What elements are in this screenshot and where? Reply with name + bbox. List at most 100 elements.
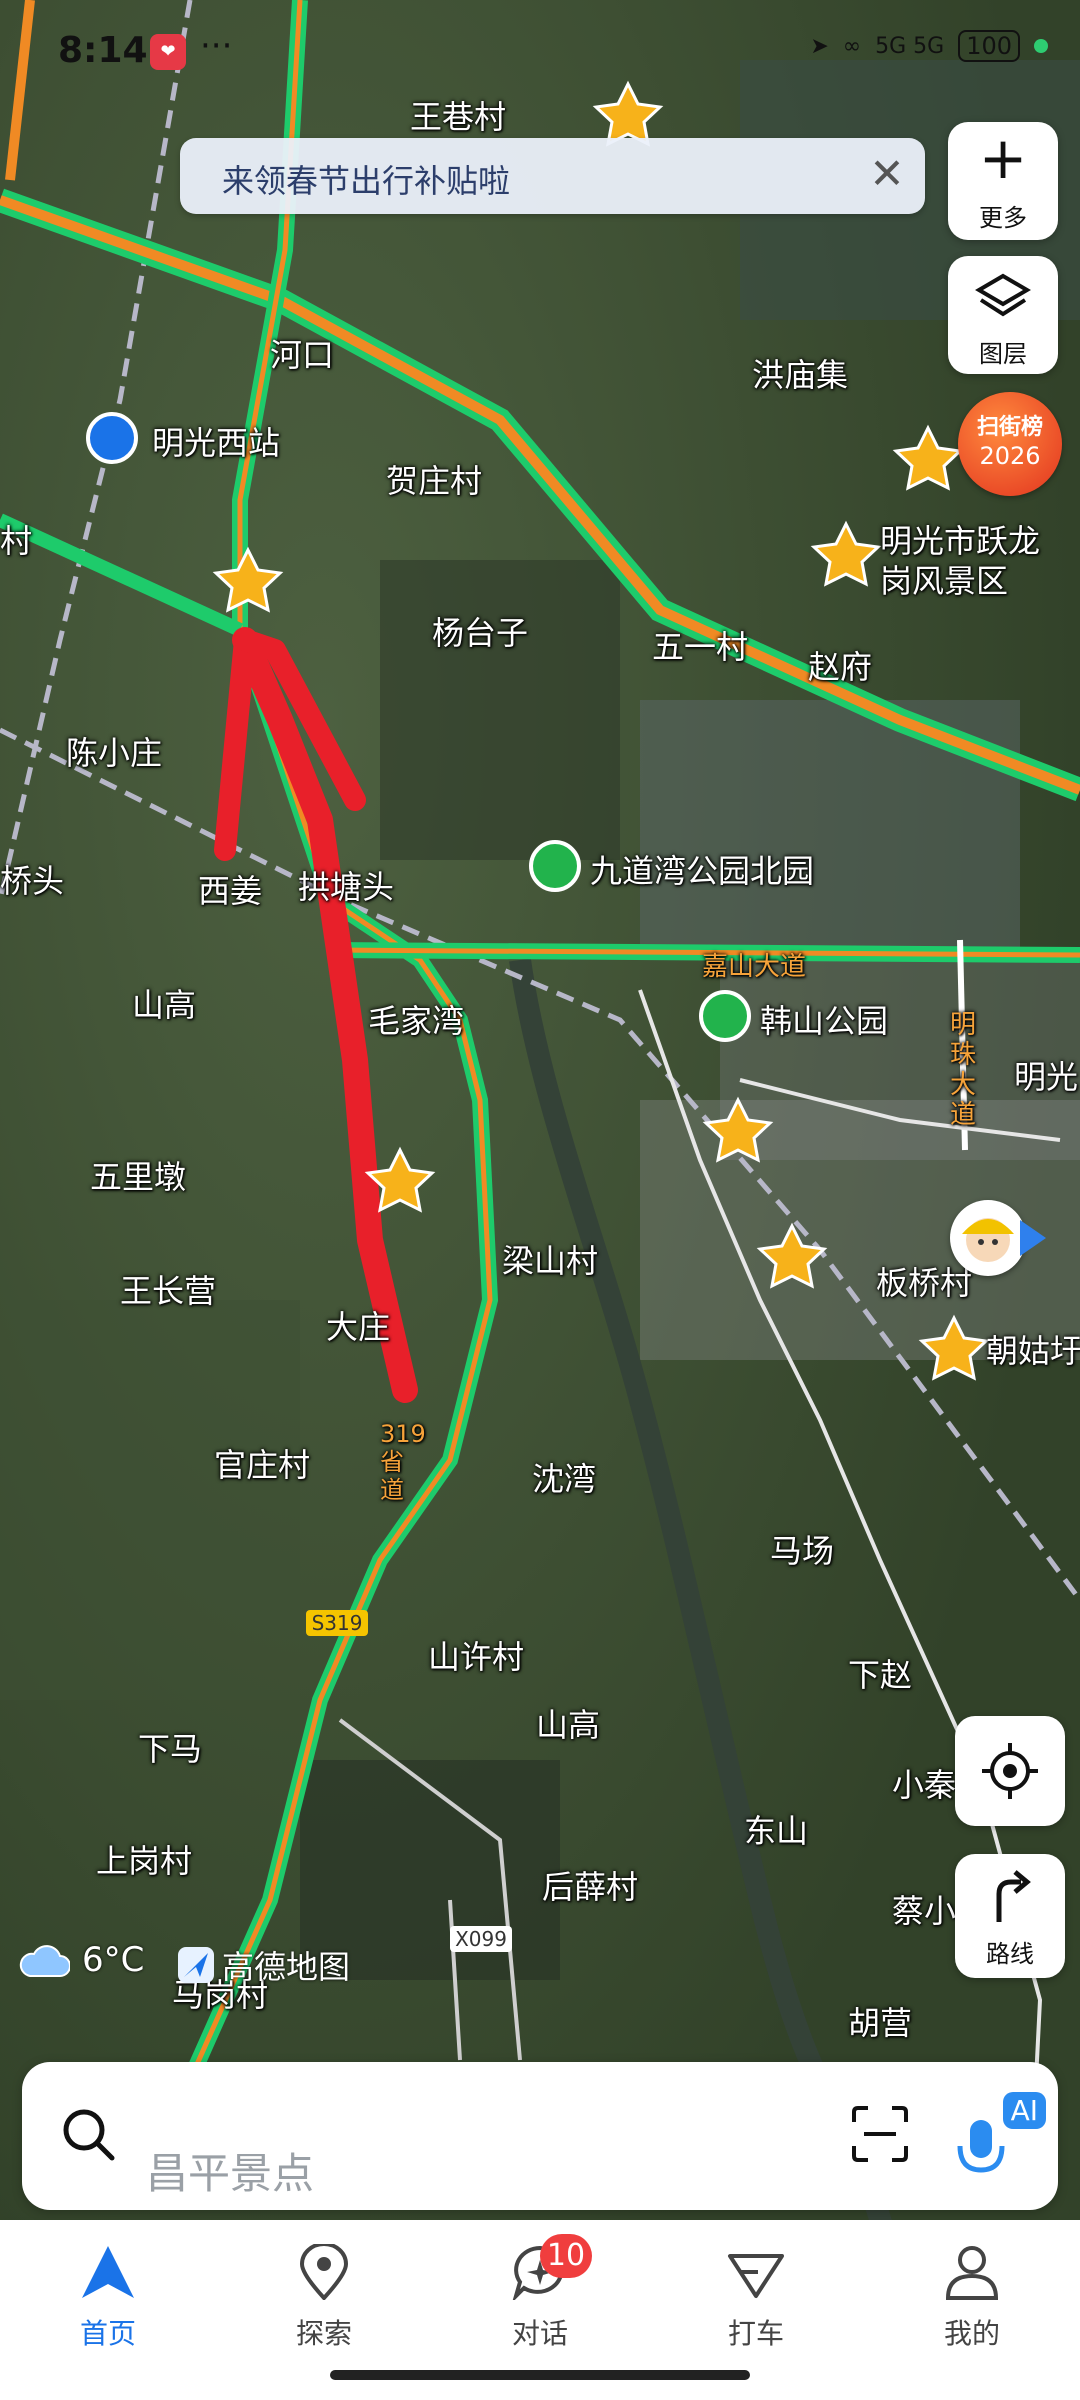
locate-button[interactable] <box>955 1716 1065 1826</box>
weather-temp: 6°C <box>82 1940 145 1980</box>
layers-icon <box>975 273 1031 317</box>
map-label-machang: 马场 <box>770 1532 835 1570</box>
status-bar: 8:14 ❤ ··· ➤ ∞ 5G 5G 100 <box>0 0 1080 110</box>
map-label-yuelong-2[interactable]: 岗风景区 <box>880 556 1008 602</box>
link-icon: ∞ <box>842 33 862 59</box>
map-label-chaoguk: 朝姑圩 <box>986 1332 1080 1370</box>
battery-icon: 100 <box>958 30 1020 62</box>
heading-arrow-icon <box>1020 1220 1046 1256</box>
chat-unread-badge: 10 <box>540 2234 592 2278</box>
map-label-hezhuang: 贺庄村 <box>386 462 483 500</box>
tab-chat[interactable]: 10 对话 <box>470 2234 610 2352</box>
signal-icon: 5G 5G <box>875 33 945 59</box>
map-label-huying: 胡营 <box>848 2004 913 2042</box>
map-label-xiama: 下马 <box>138 1730 203 1768</box>
more-notifications-icon: ··· <box>200 26 233 66</box>
search-icon <box>63 2109 115 2161</box>
promo-banner[interactable]: 来领春节出行补贴啦 ✕ <box>180 138 925 214</box>
map-label-wulidun: 五里墩 <box>90 1158 187 1196</box>
tab-home-label: 首页 <box>79 2317 136 2350</box>
system-icons: ➤ ∞ 5G 5G 100 <box>810 30 1048 62</box>
map-label-hanshan[interactable]: 韩山公园 <box>760 996 888 1042</box>
ai-badge[interactable]: AI <box>1002 2092 1046 2129</box>
map-label-road-319: 319省道 <box>380 1420 426 1504</box>
tab-profile-label: 我的 <box>943 2317 1000 2350</box>
taxi-icon <box>728 2254 784 2298</box>
location-icon: ➤ <box>810 33 829 59</box>
amap-logo: 高德地图 <box>178 1942 350 1988</box>
location-pin-icon <box>299 2242 349 2301</box>
map-label-mingguang-edge: 明光 <box>1014 1058 1079 1096</box>
satellite-map[interactable]: S319 X099 <box>0 0 1080 2400</box>
map-label-dazhuang: 大庄 <box>326 1308 391 1346</box>
map-label-wangchangying: 王长营 <box>120 1272 217 1310</box>
layers-button-label: 图层 <box>979 340 1027 368</box>
map-label-dongshan: 东山 <box>744 1812 809 1850</box>
map-label-gongtangtou: 拱塘头 <box>298 868 395 906</box>
rank-badge-title: 扫街榜 <box>976 415 1043 440</box>
map-label-xiaoqin: 小秦 <box>892 1766 957 1804</box>
map-label-xijiang: 西姜 <box>198 872 263 910</box>
user-location-avatar[interactable] <box>950 1200 1026 1276</box>
map-label-xiazhao: 下赵 <box>848 1656 913 1694</box>
map-label-liangshan: 梁山村 <box>502 1242 599 1280</box>
map-label-mingzhu-road: 明珠大道 <box>950 1010 977 1130</box>
tab-profile[interactable]: 我的 <box>902 2244 1042 2352</box>
rank-badge-year: 2026 <box>979 442 1041 470</box>
app-notification-icon: ❤ <box>150 34 186 70</box>
weather-widget[interactable]: 6°C <box>16 1940 144 1980</box>
map-label-station[interactable]: 明光西站 <box>152 418 280 464</box>
map-label-shangao-left: 山高 <box>132 986 197 1024</box>
s319-shield: S319 <box>312 1611 363 1635</box>
map-label-jiashan-road: 嘉山大道 <box>702 952 807 982</box>
map-label-cun-left: 村 <box>0 522 33 560</box>
status-time: 8:14 <box>58 30 148 71</box>
amap-logo-text: 高德地图 <box>222 1948 351 1986</box>
search-input[interactable]: 昌平景点 <box>146 2140 314 2201</box>
voice-mic-icon[interactable] <box>952 2114 1012 2184</box>
map-label-guanzhuang: 官庄村 <box>214 1446 311 1484</box>
map-label-wuyi: 五一村 <box>652 628 749 666</box>
map-label-shanxu: 山许村 <box>428 1638 525 1676</box>
tab-home[interactable]: 首页 <box>38 2244 178 2352</box>
more-button[interactable]: + 更多 <box>948 122 1058 240</box>
map-label-caixiao: 蔡小 <box>892 1892 957 1930</box>
map-label-chenxiaozhuang: 陈小庄 <box>66 734 163 772</box>
x099-shield: X099 <box>455 1927 507 1951</box>
crosshair-icon <box>982 1743 1038 1799</box>
plus-icon: + <box>978 124 1028 192</box>
tab-chat-label: 对话 <box>511 2317 568 2350</box>
privacy-dot-icon <box>1034 39 1048 53</box>
tab-explore[interactable]: 探索 <box>254 2242 394 2352</box>
close-icon[interactable]: ✕ <box>865 152 909 196</box>
map-label-yangtaizi: 杨台子 <box>432 614 529 652</box>
route-turn-icon <box>996 1870 1031 1922</box>
layers-button[interactable]: 图层 <box>948 256 1058 374</box>
scan-icon[interactable] <box>850 2104 910 2164</box>
search-bar[interactable]: 昌平景点 AI <box>22 2062 1058 2210</box>
street-rank-badge[interactable]: 扫街榜 2026 <box>958 392 1062 496</box>
route-button-label: 路线 <box>986 1940 1034 1968</box>
map-label-houxue: 后薛村 <box>542 1868 639 1906</box>
tab-explore-label: 探索 <box>295 2317 352 2350</box>
map-label-hongmiaoji: 洪庙集 <box>752 356 849 394</box>
map-label-maojiawan: 毛家湾 <box>368 1002 465 1040</box>
map-label-qiaotou: 桥头 <box>0 862 65 900</box>
amap-logo-icon <box>178 1947 214 1983</box>
map-label-shanggang: 上岗村 <box>96 1842 193 1880</box>
avatar-icon <box>962 1218 1014 1262</box>
map-label-hekou: 河口 <box>270 336 335 374</box>
promo-banner-text: 来领春节出行补贴啦 <box>222 162 511 200</box>
map-label-zhaofu: 赵府 <box>808 648 873 686</box>
cloud-icon <box>19 1945 70 1977</box>
map-label-shangao-mid: 山高 <box>536 1706 601 1744</box>
user-icon <box>945 2246 999 2300</box>
more-button-label: 更多 <box>979 204 1027 232</box>
map-label-jiudaowan[interactable]: 九道湾公园北园 <box>590 846 814 892</box>
tab-taxi-label: 打车 <box>727 2317 784 2350</box>
route-button[interactable]: 路线 <box>955 1854 1065 1978</box>
home-arrow-icon <box>82 2246 134 2298</box>
map-label-shenwan: 沈湾 <box>532 1460 597 1498</box>
home-indicator[interactable] <box>330 2370 750 2380</box>
tab-taxi[interactable]: 打车 <box>686 2244 826 2352</box>
